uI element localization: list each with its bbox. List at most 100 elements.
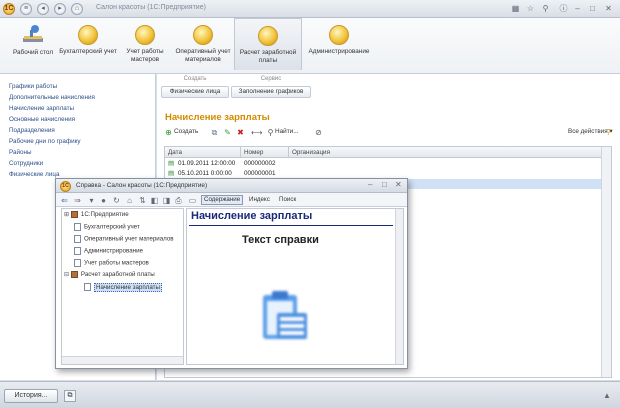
help-text: Текст справки [242,234,319,246]
nav-link[interactable]: Районы [9,149,32,156]
back-icon[interactable]: ◂ [37,3,49,15]
menu-icon[interactable]: ≡ [20,3,32,15]
post-icon[interactable]: ⟷ [251,127,262,138]
help-titlebar: Справка - Салон красоты (1С:Предприятие) [56,179,407,193]
clipboard-report-icon [259,287,311,347]
section-ball-icon [329,25,349,45]
tree-node[interactable]: Оперативный учет материалов [74,235,174,243]
tree-node[interactable]: ⊞ 1С:Предприятие [64,211,129,218]
edit-icon[interactable]: ✎ [222,127,233,138]
next-topic-icon[interactable]: ◨ [161,195,172,206]
number-cell: 000000002 [244,160,276,167]
window-switch-icon[interactable]: ⧉ [64,390,76,402]
maximize-icon[interactable]: □ [587,3,598,14]
column-header[interactable]: Номер [241,147,289,158]
sync-icon[interactable]: ⇅ [137,195,148,206]
book-icon [70,211,78,218]
delete-icon[interactable]: ✖ [235,127,246,138]
help-icon[interactable]: ? [603,127,614,138]
link-icon[interactable]: ⚲ [540,3,551,14]
section-materials[interactable]: Оперативный учет материалов [170,22,236,63]
home-icon[interactable]: ⌂ [71,3,83,15]
tree-node-label: Начисление зарплаты [94,282,162,292]
nav-link[interactable]: Начисление зарплаты [9,105,74,112]
help-maximize-icon[interactable]: □ [382,180,387,189]
window-menu-icon[interactable]: ▦ [510,3,521,14]
section-label: Учет работы мастеров [126,48,164,63]
tab-search[interactable]: Поиск [279,196,296,203]
nav-link[interactable]: Сотрудники [9,160,43,167]
nav-link[interactable]: Дополнительные начисления [9,94,95,101]
stop-icon[interactable]: ● [98,195,109,206]
refresh-icon[interactable]: ↻ [111,195,122,206]
page-title: Начисление зарплаты [165,112,270,123]
tree-node[interactable]: Бухгалтерский учет [74,223,140,231]
list-scrollbar[interactable] [601,147,611,377]
tree-node-selected[interactable]: Начисление зарплаты [84,282,162,292]
content-scrollbar[interactable] [395,209,403,364]
create-button[interactable]: Создать [174,128,198,135]
star-icon[interactable]: ☆ [525,3,536,14]
individuals-button[interactable]: Физические лица [161,86,229,98]
column-header[interactable]: Организация [289,147,603,158]
desktop-icon [21,24,45,46]
section-ball-icon [135,25,155,45]
book-icon [70,271,78,278]
home-icon[interactable]: ⌂ [124,195,135,206]
help-content-pane: Начисление зарплаты Текст справки [186,208,404,365]
create-icon[interactable]: ⊕ [163,127,174,138]
nav-link[interactable]: Графики работы [9,83,57,90]
help-logo-icon: 1С [60,181,71,192]
find-button[interactable]: Найти... [275,128,299,135]
copy-icon[interactable]: ⧉ [209,127,220,138]
forward-icon[interactable]: ⇒ [72,195,83,206]
tab-contents[interactable]: Содержание [201,195,244,205]
tree-node[interactable]: Учет работы мастеров [74,259,149,267]
tree-node-label: Оперативный учет материалов [84,235,174,243]
nav-link[interactable]: Основные начисления [9,116,75,123]
service-group-title: Сервис [260,76,282,82]
tree-hscrollbar[interactable] [62,356,183,364]
forward-icon[interactable]: ▸ [54,3,66,15]
app-logo-icon[interactable]: 1С [3,3,15,15]
section-masters[interactable]: Учет работы мастеров [112,22,178,63]
dropdown-icon[interactable]: ▾ [86,195,97,206]
help-minimize-icon[interactable]: – [368,180,372,189]
page-icon [74,235,81,243]
list-toolbar: ⊕ Создать ⧉ ✎ ✖ ⟷ ⚲ Найти... ⊘ Все дейст… [163,126,613,140]
print-icon[interactable]: ⎙ [173,195,184,206]
column-header[interactable]: Дата [165,147,241,158]
back-icon[interactable]: ⇐ [59,195,70,206]
minimize-icon[interactable]: – [572,3,583,14]
pin-icon[interactable]: ▲ [601,390,613,402]
nav-link[interactable]: Физические лица [9,171,59,178]
help-close-icon[interactable]: ✕ [395,180,402,189]
help-contents-tree: ⊞ 1С:Предприятие Бухгалтерский учет Опер… [61,208,184,365]
tree-node-label: Бухгалтерский учет [84,223,140,231]
history-button[interactable]: История... [4,389,58,403]
tab-index[interactable]: Индекс [249,196,270,203]
section-ball-icon [193,25,213,45]
table-row[interactable]: ▤ 01.09.2011 12:00:00 000000002 [165,159,601,169]
page-icon [84,283,91,291]
section-payroll[interactable]: Расчет заработной платы [234,18,302,70]
cancel-search-icon[interactable]: ⊘ [313,127,324,138]
close-icon[interactable]: ✕ [603,3,614,14]
status-bar: История... ⧉ ▲ [0,381,620,408]
tree-node-label: Расчет заработной платы [80,271,155,279]
section-admin[interactable]: Администрирование [304,22,374,56]
fill-schedules-button[interactable]: Заполнение графиков [231,86,311,98]
print-icon[interactable]: ▭ [187,195,198,206]
section-label: Расчет заработной платы [239,49,297,64]
page-icon [74,223,81,231]
tree-node[interactable]: Администрирование [74,247,143,255]
tree-node[interactable]: ⊟ Расчет заработной платы [64,271,155,278]
prev-topic-icon[interactable]: ◧ [149,195,160,206]
help-icon[interactable]: ⓘ [558,3,569,14]
help-toolbar: ⇐ ⇒ ▾ ● ↻ ⌂ ⇅ ◧ ◨ ⎙ ▭ Содержание Индекс … [56,193,407,207]
page-icon [74,259,81,267]
nav-link[interactable]: Подразделения [9,127,55,134]
help-title: Справка - Салон красоты (1С:Предприятие) [76,182,208,189]
help-window: Справка - Салон красоты (1С:Предприятие)… [55,178,408,369]
nav-link[interactable]: Рабочие дни по графику [9,138,81,145]
